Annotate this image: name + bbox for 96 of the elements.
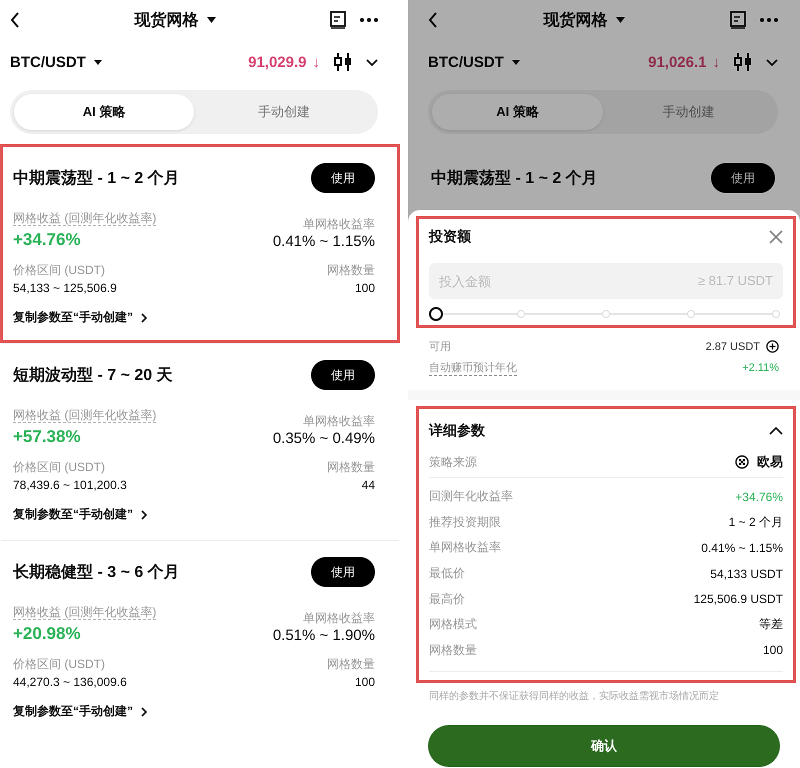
grid-rate-label: 单网格收益率 (302, 413, 375, 430)
back-icon[interactable] (10, 12, 20, 28)
copy-params-link[interactable]: 复制参数至“手动创建” (13, 506, 133, 523)
confirm-button[interactable]: 确认 (428, 725, 780, 768)
slider-tick (687, 310, 695, 318)
strategy-title: 中期震荡型 - 1 ~ 2 个月 (431, 168, 598, 188)
tab[interactable]: AI 策略 (432, 94, 603, 130)
param-value: 54,133 USDT (710, 566, 783, 581)
more-icon[interactable] (360, 18, 378, 22)
available-label: 可用 (429, 340, 451, 354)
yield-label: 网格收益 (回测年化收益率) (13, 605, 156, 620)
strategy-title: 长期稳健型 - 3 ~ 6 个月 (13, 562, 180, 582)
grid-rate-label: 单网格收益率 (302, 216, 375, 233)
param-value: 等差 (759, 616, 783, 634)
available-value: 2.87 USDT (706, 340, 760, 352)
use-button[interactable]: 使用 (311, 163, 375, 193)
param-label: 推荐投资期限 (429, 514, 501, 531)
page-title: 现货网格 (134, 10, 198, 30)
trading-pair[interactable]: BTC/USDT (10, 54, 86, 70)
document-icon[interactable] (730, 11, 746, 29)
caret-icon[interactable] (512, 60, 520, 64)
plus-circle-icon[interactable] (766, 340, 779, 353)
use-button[interactable]: 使用 (311, 557, 375, 587)
chevron-right-icon[interactable] (141, 510, 147, 520)
param-value: +34.76% (735, 490, 783, 504)
close-icon[interactable] (769, 230, 783, 244)
trend-arrow: ↓ (312, 54, 320, 70)
chevron-right-icon[interactable] (141, 706, 147, 716)
auto-earn-label: 自动赚币预计年化 (429, 360, 517, 376)
param-value: 100 (762, 643, 783, 658)
strategy-title: 中期震荡型 - 1 ~ 2 个月 (13, 168, 180, 188)
grid-count-value: 100 (354, 675, 375, 689)
price: 91,026.1 (648, 54, 706, 70)
caret-icon[interactable] (206, 17, 216, 23)
param-label: 最低价 (429, 565, 465, 582)
yield-value: +34.76% (13, 230, 82, 250)
use-button[interactable]: 使用 (311, 360, 375, 390)
tab[interactable]: AI 策略 (14, 94, 194, 130)
param-label: 回测年化收益率 (429, 488, 513, 506)
copy-params-link[interactable]: 复制参数至“手动创建” (13, 309, 133, 326)
price-range-label: 价格区间 (USDT) (13, 459, 106, 476)
use-button[interactable]: 使用 (711, 163, 775, 193)
yield-value: +57.38% (13, 427, 82, 447)
crossed-circle-icon (735, 455, 749, 469)
grid-rate-label: 单网格收益率 (302, 610, 375, 627)
price: 91,029.9 (248, 54, 306, 70)
trading-pair[interactable]: BTC/USDT (428, 54, 504, 70)
disclaimer: 同样的参数并不保证获得同样的收益，实际收益需视市场情况而定 (428, 690, 720, 704)
copy-params-link[interactable]: 复制参数至“手动创建” (13, 703, 133, 720)
grid-rate-value: 0.51% ~ 1.90% (272, 627, 375, 644)
slider-tick (772, 310, 780, 318)
yield-value: +20.98% (13, 624, 82, 644)
slider-thumb[interactable] (429, 307, 443, 321)
price-range-label: 价格区间 (USDT) (13, 262, 106, 279)
auto-earn-value: +2.11% (742, 362, 779, 374)
yield-label: 网格收益 (回测年化收益率) (13, 408, 156, 423)
tab[interactable]: 手动创建 (194, 94, 374, 130)
price-range-value: 54,133 ~ 125,506.9 (13, 281, 117, 295)
more-icon[interactable] (760, 18, 778, 22)
chevron-right-icon[interactable] (141, 312, 147, 322)
grid-count-label: 网格数量 (327, 262, 375, 279)
trend-arrow: ↓ (712, 54, 720, 70)
chevron-down-icon[interactable] (766, 58, 778, 66)
param-label: 最高价 (429, 590, 465, 608)
source-name: 欧易 (757, 453, 783, 471)
section-title: 投资额 (429, 228, 471, 246)
grid-rate-value: 0.41% ~ 1.15% (272, 233, 375, 250)
slider-tick (517, 310, 525, 318)
candlestick-icon[interactable] (734, 53, 752, 71)
price-range-value: 44,270.3 ~ 136,009.6 (13, 675, 127, 689)
chevron-down-icon[interactable] (366, 58, 378, 66)
param-label: 网格模式 (429, 616, 477, 634)
section-title: 详细参数 (429, 422, 485, 440)
grid-rate-value: 0.35% ~ 0.49% (272, 430, 375, 447)
grid-count-label: 网格数量 (327, 459, 375, 476)
caret-icon[interactable] (616, 17, 624, 23)
chevron-up-icon[interactable] (769, 427, 783, 435)
document-icon[interactable] (330, 11, 346, 29)
price-range-value: 78,439.6 ~ 101,200.3 (13, 478, 127, 492)
caret-icon[interactable] (94, 60, 102, 64)
back-icon[interactable] (428, 12, 438, 28)
page-title: 现货网格 (544, 10, 608, 30)
grid-count-label: 网格数量 (327, 656, 375, 673)
param-label: 单网格收益率 (429, 539, 501, 556)
yield-label: 网格收益 (回测年化收益率) (13, 211, 156, 226)
price-range-label: 价格区间 (USDT) (13, 656, 106, 673)
slider-tick (602, 310, 610, 318)
param-label: 网格数量 (429, 642, 477, 659)
param-value: 125,506.9 USDT (694, 592, 783, 606)
param-label: 策略来源 (429, 454, 477, 470)
param-value: 1 ~ 2 个月 (728, 514, 783, 531)
candlestick-icon[interactable] (334, 53, 352, 71)
param-value: 0.41% ~ 1.15% (701, 540, 783, 555)
grid-count-value: 44 (360, 478, 375, 492)
strategy-title: 短期波动型 - 7 ~ 20 天 (13, 366, 173, 386)
grid-count-value: 100 (354, 281, 375, 295)
